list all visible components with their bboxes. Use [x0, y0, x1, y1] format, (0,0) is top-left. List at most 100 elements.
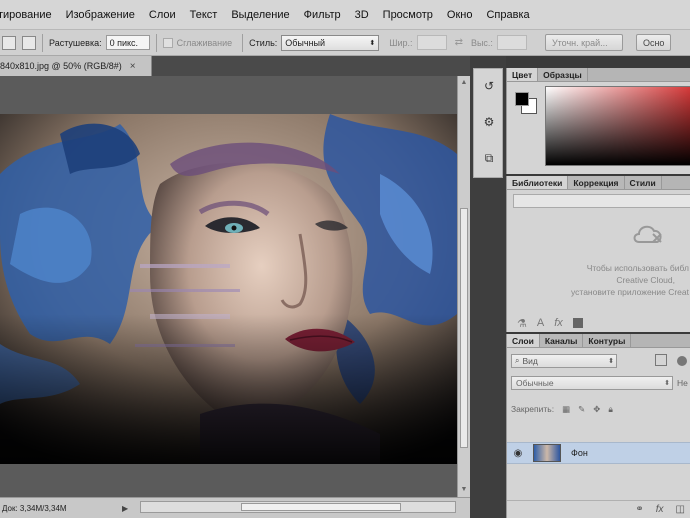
mask-icon[interactable]: ◫ — [676, 504, 685, 515]
document-tab[interactable]: 840x810.jpg @ 50% (RGB/8#) × — [0, 56, 152, 76]
menu-view[interactable]: Просмотр — [383, 9, 441, 21]
width-input[interactable] — [416, 35, 447, 50]
options-bar: Растушевка: 0 пикс. Сглаживание Стиль: О… — [0, 30, 690, 56]
status-menu-arrow-icon[interactable]: ▶ — [122, 504, 132, 513]
antialias-label: Сглаживание — [176, 37, 233, 48]
tab-libraries[interactable]: Библиотеки — [507, 176, 569, 189]
menu-3d[interactable]: 3D — [355, 9, 377, 21]
feather-input[interactable]: 0 пикс. — [105, 35, 150, 50]
brush-add-icon[interactable]: ⚗ — [517, 317, 527, 330]
hscroll-thumb[interactable] — [241, 503, 401, 511]
color-panel: Цвет Образцы — [506, 68, 690, 174]
status-bar: Док: 3,34M/3,34M ▶ — [0, 497, 470, 518]
message-line-3: установите приложение Creat — [571, 287, 689, 297]
creative-cloud-disabled-icon — [631, 222, 665, 246]
libraries-panel: Библиотеки Коррекция Стили Чтобы использ… — [506, 176, 690, 332]
lock-all-icon[interactable]: 🔒︎ — [608, 404, 613, 415]
lock-label: Закрепить: — [511, 404, 555, 414]
filter-image-icon[interactable] — [655, 354, 667, 366]
fx-icon[interactable]: fx — [656, 504, 664, 515]
libraries-panel-tabs: Библиотеки Коррекция Стили — [507, 176, 690, 190]
scroll-down-icon[interactable]: ▼ — [460, 486, 468, 494]
search-icon: ⌕ — [515, 356, 520, 365]
lock-transparency-icon[interactable]: ▦ — [562, 404, 570, 415]
divider — [155, 33, 157, 52]
portrait-artwork — [0, 114, 457, 464]
menu-layers[interactable]: Слои — [149, 9, 184, 21]
filter-adjust-icon[interactable] — [677, 356, 687, 366]
document-tab-bar: 840x810.jpg @ 50% (RGB/8#) × — [0, 56, 470, 76]
foreground-swatch[interactable] — [515, 92, 529, 106]
tab-channels[interactable]: Каналы — [539, 334, 584, 347]
dock-strip: ↺ ⚙ ⧉ — [470, 56, 506, 518]
lock-position-icon[interactable]: ✥ — [593, 404, 600, 415]
tab-styles[interactable]: Стили — [624, 176, 662, 189]
link-layers-icon[interactable]: ⚭ — [635, 504, 643, 515]
history-icon[interactable]: ↺ — [480, 77, 498, 95]
blend-mode-select[interactable]: Обычные ⬍ — [511, 376, 673, 390]
swap-dimensions-icon[interactable]: ⇄ — [455, 37, 463, 48]
updown-arrows-icon: ⬍ — [369, 39, 376, 47]
menu-help[interactable]: Справка — [486, 9, 537, 21]
lock-row: Закрепить: ▦ ✎ ✥ 🔒︎ — [511, 402, 690, 416]
library-select[interactable] — [513, 194, 690, 208]
horizontal-scrollbar[interactable] — [140, 501, 456, 513]
properties-icon[interactable]: ⚙ — [480, 113, 498, 131]
divider — [42, 33, 43, 52]
height-label: Выс.: — [470, 37, 493, 48]
menu-edit[interactable]: тирование — [0, 9, 60, 21]
color-field[interactable] — [545, 86, 690, 166]
scroll-thumb[interactable] — [460, 208, 468, 448]
text-add-icon[interactable]: A — [537, 317, 544, 329]
refine-edge-button[interactable]: Уточн. край... — [544, 34, 623, 51]
antialias-checkbox[interactable] — [162, 37, 173, 48]
panels-column: Цвет Образцы Библиотеки Коррекция Стили … — [506, 56, 690, 518]
scroll-up-icon[interactable]: ▲ — [460, 79, 468, 87]
document-image[interactable] — [0, 114, 457, 464]
vertical-scrollbar[interactable]: ▲ ▼ — [457, 76, 470, 497]
layer-row[interactable]: ◉ Фон — [507, 442, 690, 464]
feather-label: Растушевка: — [49, 37, 102, 48]
menu-window[interactable]: Окно — [447, 9, 481, 21]
blend-mode-value: Обычные — [516, 378, 554, 388]
layers-panel-tabs: Слои Каналы Контуры — [507, 334, 690, 348]
panel-button[interactable]: Ocнo — [635, 34, 672, 51]
style-select[interactable]: Обычный ⬍ — [281, 34, 380, 51]
libraries-footer: ⚗ A fx — [507, 314, 690, 332]
tab-swatches[interactable]: Образцы — [538, 68, 588, 81]
intersect-selection-icon[interactable] — [22, 35, 36, 50]
libraries-message: Чтобы использовать библ Creative Cloud, … — [507, 262, 690, 298]
opacity-label: Не — [677, 378, 688, 388]
tab-paths[interactable]: Контуры — [583, 334, 632, 347]
tab-adjustments[interactable]: Коррекция — [568, 176, 625, 189]
tab-color[interactable]: Цвет — [507, 68, 539, 81]
width-label: Шир.: — [389, 37, 413, 48]
style-label: Стиль: — [249, 37, 278, 48]
message-line-2: Creative Cloud, — [616, 275, 675, 285]
dock-icon-group: ↺ ⚙ ⧉ — [473, 68, 503, 178]
doc-size-readout: Док: 3,34M/3,34M — [2, 503, 67, 513]
fx-add-icon[interactable]: fx — [554, 317, 563, 329]
canvas-area[interactable] — [0, 76, 457, 497]
updown-arrows-icon: ⬍ — [608, 358, 614, 365]
updown-arrows-icon: ⬍ — [664, 380, 670, 387]
eye-visibility-icon[interactable]: ◉ — [507, 448, 529, 459]
layers-panel: Слои Каналы Контуры ⌕ Вид ⬍ Обычные ⬍ Не… — [506, 334, 690, 518]
message-line-1: Чтобы использовать библ — [586, 263, 689, 273]
layers-footer: ⚭ fx ◫ — [507, 500, 690, 518]
menu-type[interactable]: Текст — [190, 9, 226, 21]
color-add-icon[interactable] — [572, 318, 583, 328]
color-panel-tabs: Цвет Образцы — [507, 68, 690, 82]
close-icon[interactable]: × — [130, 61, 136, 72]
menu-bar: тирование Изображение Слои Текст Выделен… — [0, 0, 690, 30]
menu-select[interactable]: Выделение — [231, 9, 297, 21]
lock-pixels-icon[interactable]: ✎ — [578, 404, 585, 415]
menu-filter[interactable]: Фильтр — [304, 9, 349, 21]
layer-name: Фон — [571, 448, 588, 458]
menu-image[interactable]: Изображение — [66, 9, 143, 21]
height-input[interactable] — [496, 35, 527, 50]
layer-filter-select[interactable]: ⌕ Вид ⬍ — [511, 354, 617, 368]
tab-layers[interactable]: Слои — [507, 334, 540, 347]
info-icon[interactable]: ⧉ — [480, 149, 498, 167]
add-selection-icon[interactable] — [2, 35, 16, 50]
